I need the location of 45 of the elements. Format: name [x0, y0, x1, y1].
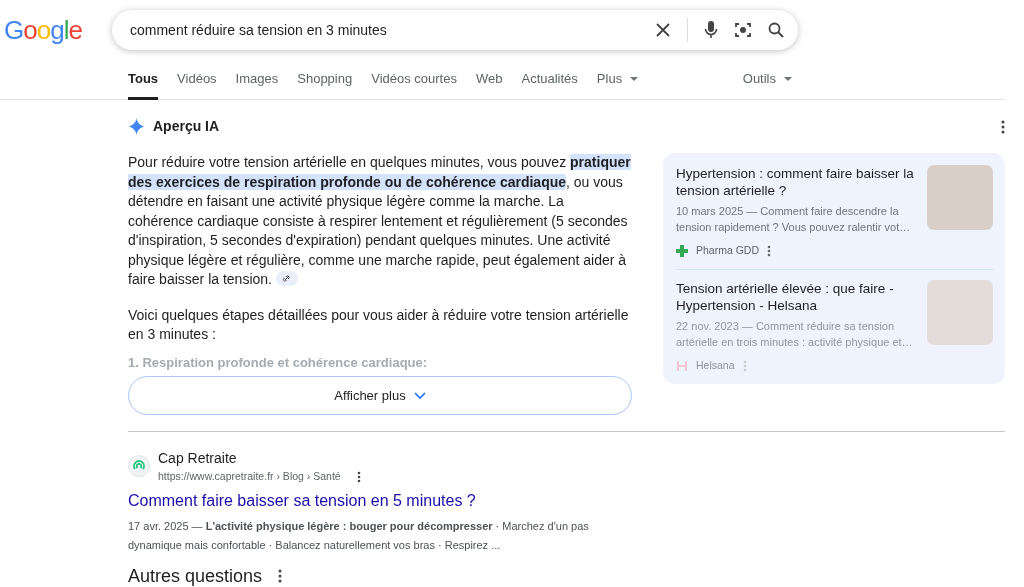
- sparkle-icon: [128, 118, 145, 135]
- more-options-icon[interactable]: [1001, 119, 1005, 134]
- photo-placeholder: [927, 279, 993, 345]
- site-name: Cap Retraite: [158, 449, 238, 468]
- source-snippet: 10 mars 2025 — Comment faire descendre la tension rapidement ? Vous pouvez ralentir vot…: [676, 204, 912, 235]
- ai-answer-text: Pour réduire votre tension artérielle en quelques minutes, vous pouvez pratiquer des exercices de respiration profonde ou de cohérence cardiaque, ou vous détendre en faisant une activité physique légère comme la marche. La cohérence cardiaque consiste à respirer lentement et régulièrement (5 secondes d'inspiration, 5 secondes d'expiration) pendant quelques minutes. Une activité physique légère et régulière, comme une marche rapide, peut également aider à faire baisser la tension.: [128, 153, 632, 289]
- more-options-icon[interactable]: [278, 569, 283, 584]
- camera-icon[interactable]: [734, 21, 752, 39]
- site-logo-icon: [128, 455, 150, 478]
- menu-tab[interactable]: Plus: [596, 64, 639, 100]
- source-name: Helsana: [696, 357, 735, 373]
- site-logo-icon: [676, 359, 688, 372]
- faded-step-heading: 1. Respiration profonde et cohérence cardiaque:: [128, 353, 429, 372]
- microphone-icon[interactable]: [704, 21, 718, 39]
- source-name: Pharma GDD: [696, 243, 759, 258]
- search-icon[interactable]: [768, 22, 784, 38]
- result-title-link[interactable]: Comment faire baisser sa tension en 5 minutes ?: [128, 488, 476, 513]
- caret-icon: [784, 76, 792, 82]
- tab[interactable]: Shopping: [297, 64, 353, 100]
- ai-intro-text: Voici quelques étapes détaillées pour vous aider à réduire votre tension artérielle en 3 minutes :: [128, 305, 630, 344]
- photo-placeholder: [927, 165, 993, 230]
- tab[interactable]: Images: [235, 64, 279, 100]
- close-icon[interactable]: [655, 22, 671, 38]
- more-options-icon[interactable]: [356, 470, 361, 483]
- site-url: https://www.capretraite.fr › Blog › Santé: [158, 469, 341, 484]
- source-snippet: 22 nov. 2023 — Comment réduire sa tension artérielle en trois minutes : activité physique et…: [676, 318, 914, 350]
- tools-menu[interactable]: Outils: [742, 64, 792, 100]
- caret-icon: [630, 76, 639, 82]
- tab[interactable]: Actualités: [521, 64, 578, 100]
- show-more-button[interactable]: Afficher plus: [128, 376, 632, 415]
- source-title[interactable]: Tension artérielle élevée : que faire - Hypertension - Helsana: [676, 279, 919, 314]
- site-logo-icon: [676, 244, 688, 257]
- tab[interactable]: Tous: [128, 64, 159, 100]
- section-heading: Autres questions: [128, 564, 263, 587]
- link-icon[interactable]: [275, 271, 298, 286]
- result-snippet: 17 avr. 2025 — L'activité physique légère : bouger pour décompresser · Marchez d'un pas dynamique mais confortable · Balancez naturellement vos bras · Respirez ...: [128, 518, 590, 553]
- ai-overview-title: Aperçu IA: [153, 117, 220, 136]
- more-options-icon[interactable]: [767, 244, 771, 257]
- tab[interactable]: Vidéos courtes: [371, 64, 457, 100]
- chevron-down-icon: [413, 391, 426, 400]
- google-logo[interactable]: Google: [0, 10, 112, 60]
- source-title[interactable]: Hypertension : comment faire baisser la tension artérielle ?: [676, 165, 919, 199]
- tab[interactable]: Web: [475, 64, 503, 100]
- tab[interactable]: Vidéos: [177, 64, 217, 100]
- search-field[interactable]: comment réduire sa tension en 3 minutes: [128, 18, 639, 42]
